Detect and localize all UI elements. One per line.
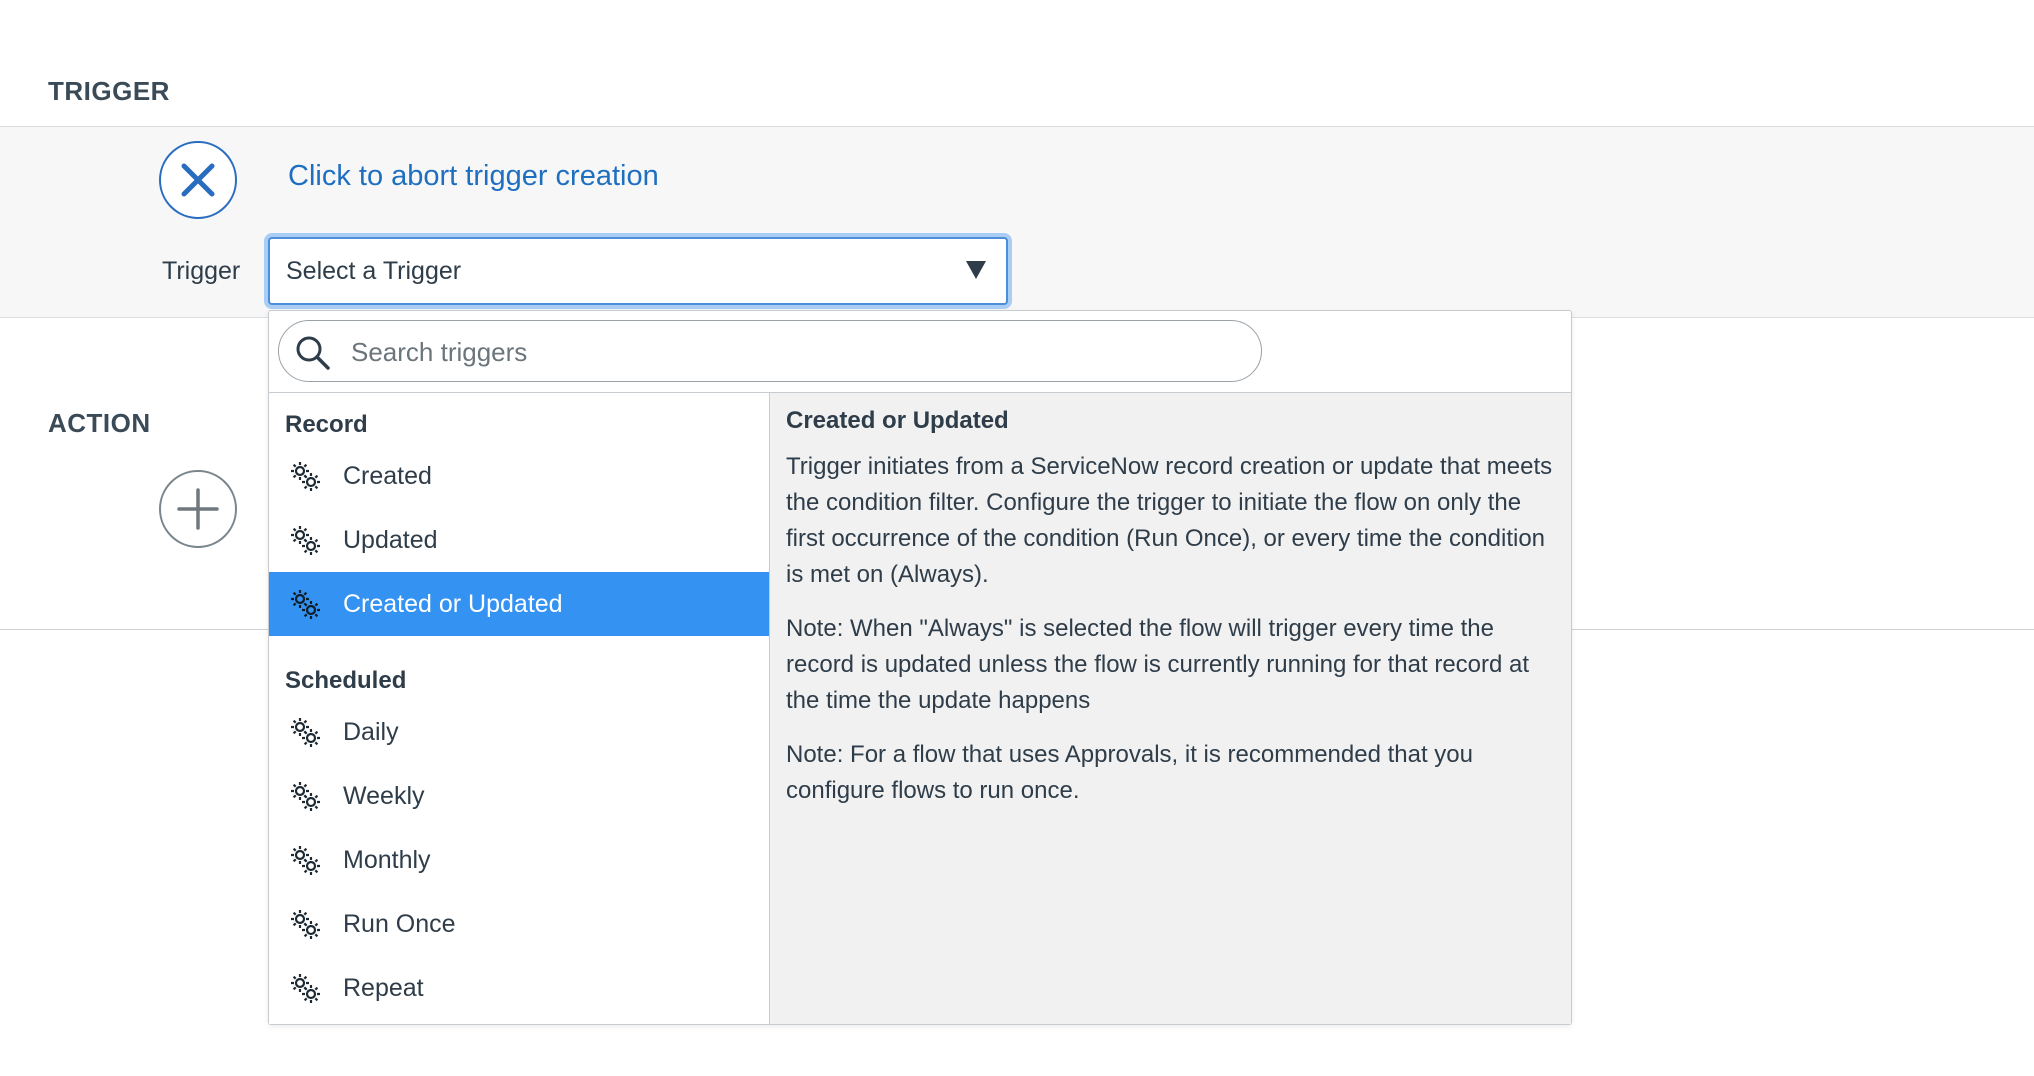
search-icon bbox=[296, 336, 330, 370]
gears-icon bbox=[291, 846, 320, 875]
list-item-repeat[interactable]: Repeat bbox=[269, 956, 769, 1020]
caret-down-icon bbox=[966, 261, 986, 279]
list-item-weekly[interactable]: Weekly bbox=[269, 764, 769, 828]
list-item-label: Repeat bbox=[343, 973, 424, 1002]
group-header-scheduled: Scheduled bbox=[285, 667, 407, 694]
gears-icon bbox=[291, 526, 320, 555]
list-item-label: Daily bbox=[343, 717, 399, 746]
list-item-label: Run Once bbox=[343, 909, 456, 938]
description-paragraph: Trigger initiates from a ServiceNow reco… bbox=[786, 453, 1553, 588]
list-item-daily[interactable]: Daily bbox=[269, 700, 769, 764]
list-item-label: Monthly bbox=[343, 845, 431, 874]
description-note-always: Note: When "Always" is selected the flow… bbox=[786, 615, 1530, 714]
trigger-select-value: Select a Trigger bbox=[286, 256, 462, 285]
action-section-label: ACTION bbox=[48, 408, 151, 438]
group-header-record: Record bbox=[285, 411, 368, 438]
gears-icon bbox=[291, 974, 320, 1003]
trigger-section-label: TRIGGER bbox=[48, 76, 170, 106]
list-item-label: Updated bbox=[343, 525, 438, 554]
list-item-label: Created or Updated bbox=[343, 589, 563, 618]
list-item-updated[interactable]: Updated bbox=[269, 508, 769, 572]
gears-icon bbox=[291, 590, 320, 619]
gears-icon bbox=[291, 462, 320, 491]
list-item-label: Created bbox=[343, 461, 432, 490]
search-input[interactable] bbox=[349, 327, 1233, 377]
trigger-dropdown: Record Created Updated Created or Update… bbox=[268, 310, 1572, 1025]
abort-trigger-button[interactable] bbox=[159, 141, 237, 219]
trigger-field-label: Trigger bbox=[162, 257, 241, 285]
description-title: Created or Updated bbox=[786, 407, 1009, 434]
search-box[interactable] bbox=[278, 320, 1262, 382]
list-item-created-or-updated[interactable]: Created or Updated bbox=[269, 572, 769, 636]
list-item-label: Weekly bbox=[343, 781, 425, 810]
gears-icon bbox=[291, 782, 320, 811]
abort-trigger-link[interactable]: Click to abort trigger creation bbox=[288, 160, 659, 193]
list-item-created[interactable]: Created bbox=[269, 444, 769, 508]
list-item-run-once[interactable]: Run Once bbox=[269, 892, 769, 956]
trigger-list: Record Created Updated Created or Update… bbox=[269, 393, 770, 1024]
gears-icon bbox=[291, 718, 320, 747]
add-action-button[interactable] bbox=[159, 470, 237, 548]
trigger-description-panel: Created or Updated Trigger initiates fro… bbox=[770, 393, 1571, 1024]
gears-icon bbox=[291, 910, 320, 939]
list-item-monthly[interactable]: Monthly bbox=[269, 828, 769, 892]
close-icon bbox=[181, 163, 215, 197]
plus-icon bbox=[177, 488, 219, 530]
description-note-approvals: Note: For a flow that uses Approvals, it… bbox=[786, 741, 1473, 804]
trigger-select[interactable]: Select a Trigger bbox=[268, 237, 1008, 305]
